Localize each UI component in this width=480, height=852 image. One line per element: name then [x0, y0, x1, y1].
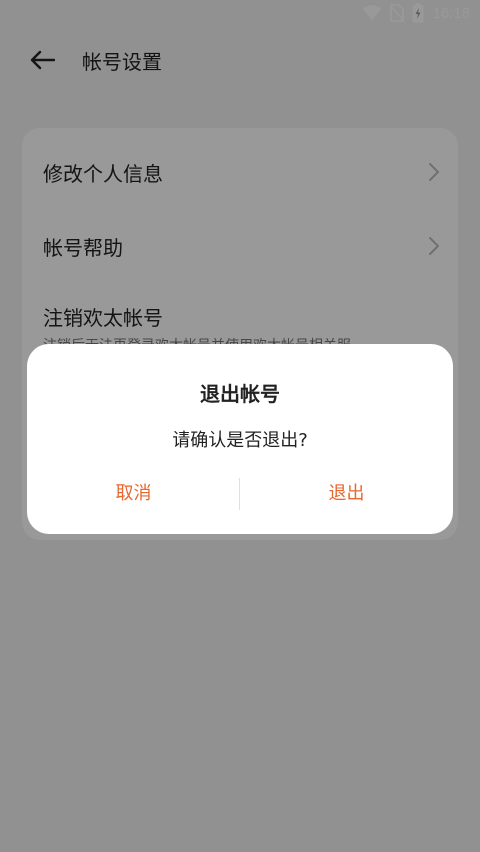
cancel-button[interactable]: 取消 [27, 470, 240, 514]
dialog-message: 请确认是否退出? [172, 430, 308, 451]
dialog-title: 退出帐号 [200, 382, 280, 406]
logout-confirm-button[interactable]: 退出 [240, 470, 453, 514]
logout-dialog: 退出帐号 请确认是否退出? 取消 退出 [27, 344, 453, 534]
